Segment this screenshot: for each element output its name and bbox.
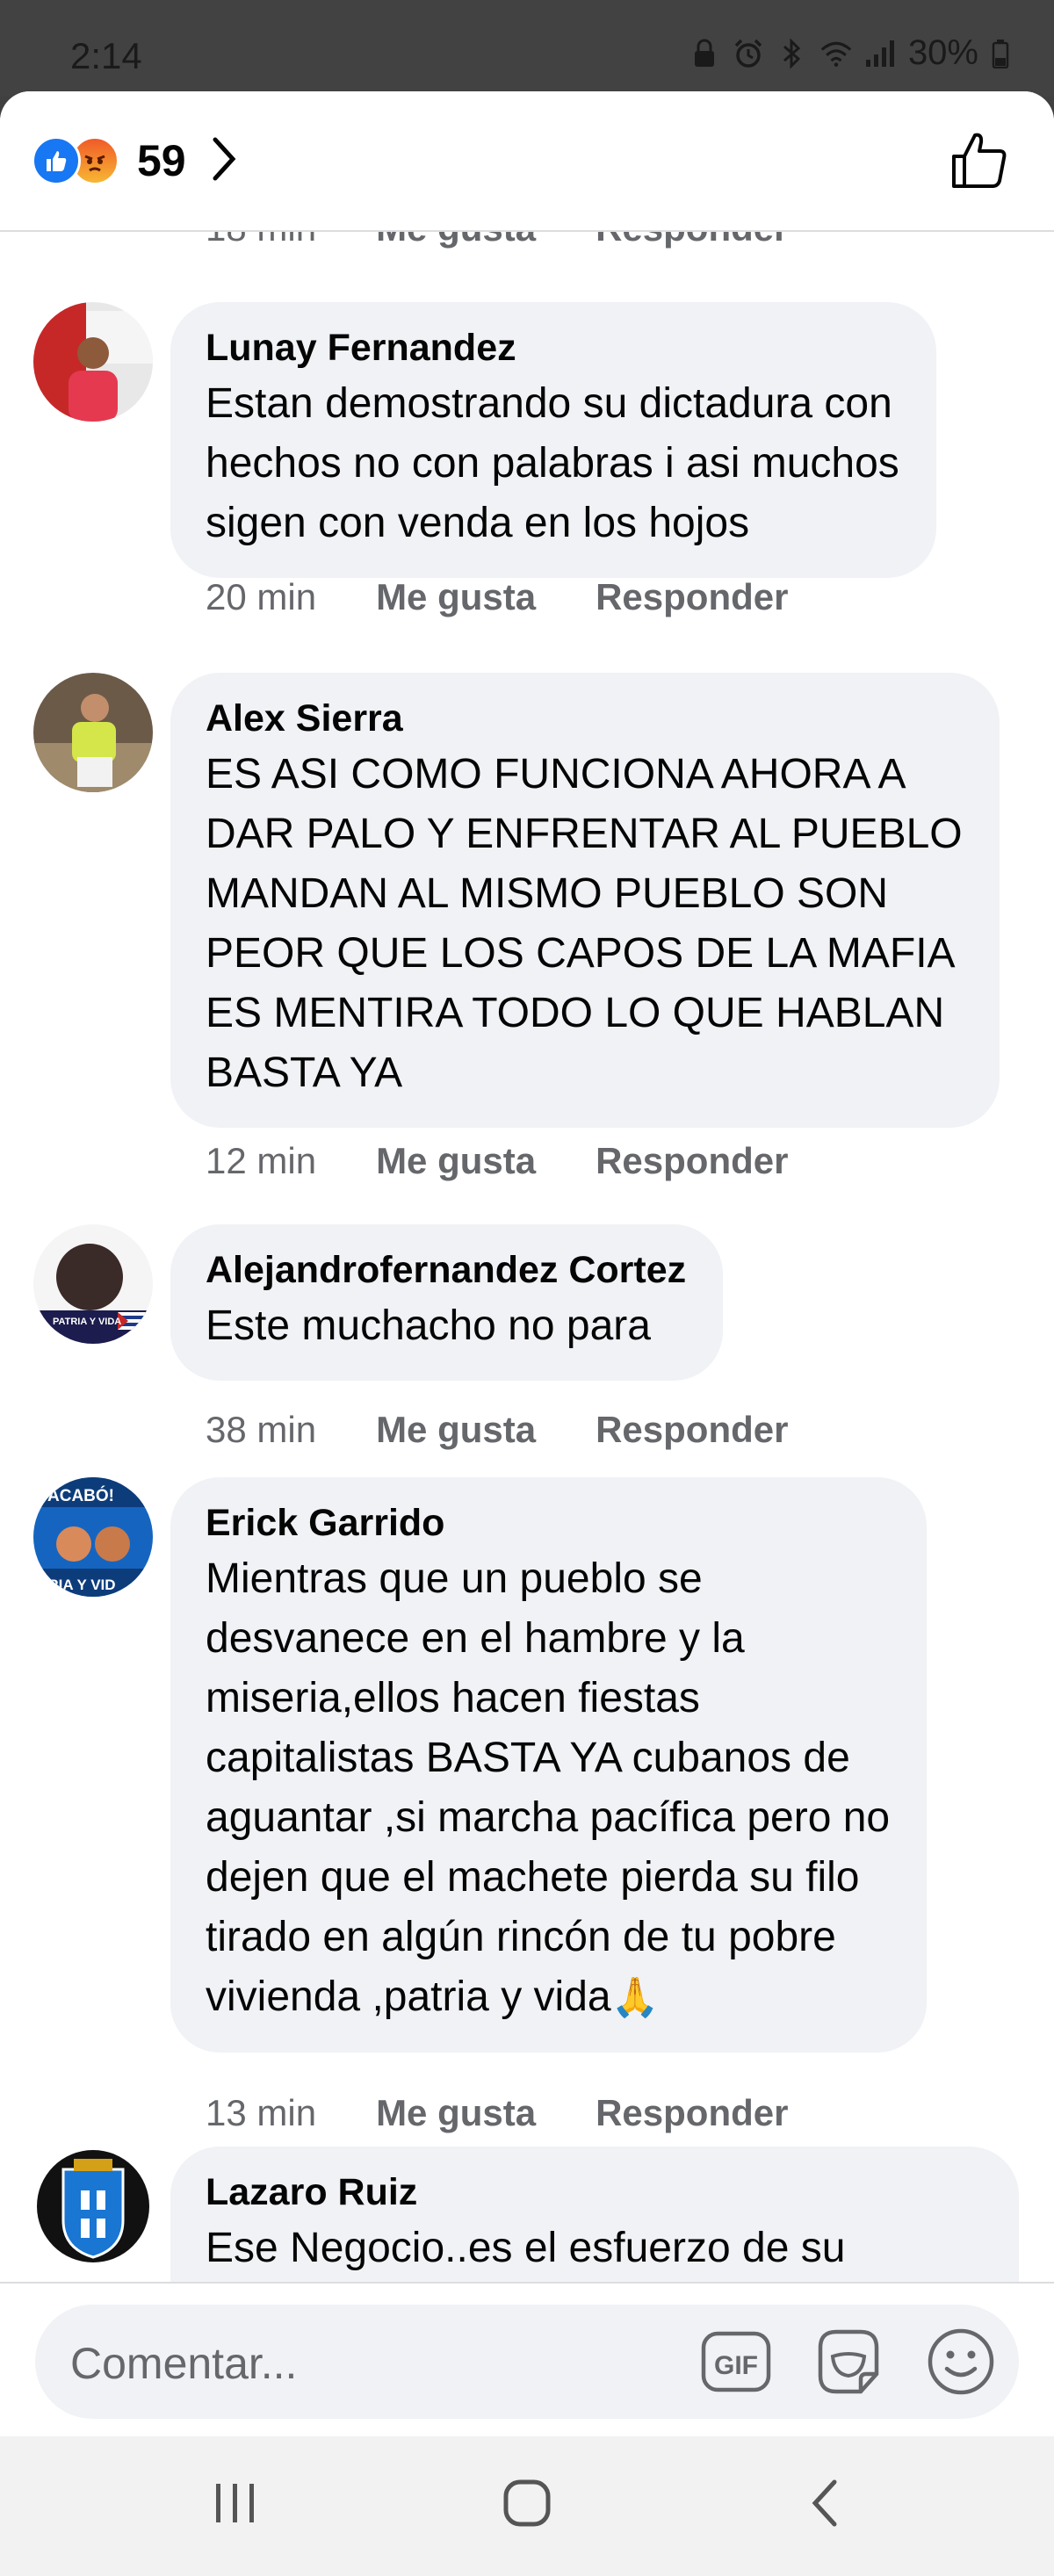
bluetooth-icon (776, 37, 808, 69)
comment-author[interactable]: Alejandrofernandez Cortez (206, 1244, 686, 1296)
comment-text: Este muchacho no para (206, 1302, 651, 1349)
like-button[interactable]: Me gusta (376, 1140, 536, 1182)
avatar-caption: PATRIA Y VIDA (53, 1317, 121, 1327)
avatar[interactable] (33, 302, 153, 422)
comment-actions: 12 min Me gusta Responder (206, 1140, 848, 1182)
comment-time: 13 min (206, 2092, 317, 2133)
battery-percent: 30% (907, 33, 978, 72)
comments-list[interactable]: 18 min Me gusta Responder Lunay Fernande… (0, 232, 1054, 2375)
comment-text: Ese Negocio..es el esfuerzo de su (206, 2225, 846, 2271)
reply-button[interactable]: Responder (596, 576, 788, 618)
home-icon[interactable] (501, 2477, 553, 2534)
composer-icons: GIF (701, 2327, 996, 2401)
recents-icon[interactable] (211, 2477, 260, 2534)
like-button[interactable]: Me gusta (376, 1409, 536, 1451)
comment-bubble[interactable]: Lunay Fernandez Estan demostrando su dic… (170, 302, 936, 578)
sheet-header: 59 (0, 91, 1054, 232)
comment-author[interactable]: Alex Sierra (206, 692, 963, 745)
status-time: 2:14 (70, 35, 142, 76)
avatar-caption-bottom: TRIA Y VID (39, 1577, 116, 1593)
comment-input-placeholder: Comentar... (70, 2339, 298, 2388)
like-reaction-icon (32, 136, 81, 185)
avatar[interactable] (33, 673, 153, 792)
thumbs-up-outline-icon[interactable] (949, 130, 1010, 196)
comment-time: 18 min (206, 232, 316, 249)
like-button[interactable]: Me gusta (376, 576, 536, 618)
comment-author[interactable]: Erick Garrido (206, 1497, 890, 1549)
signal-icon (864, 38, 896, 69)
reply-button[interactable]: Responder (596, 232, 788, 249)
chevron-right-icon (211, 136, 237, 186)
wifi-icon (820, 38, 852, 69)
comment-bubble[interactable]: Erick Garrido Mientras que un pueblo se … (170, 1477, 928, 2053)
sticker-icon[interactable] (813, 2327, 884, 2401)
comment-author[interactable]: Lazaro Ruiz (206, 2166, 982, 2219)
praying-hands-emoji: 🙏 (610, 1976, 660, 2019)
composer-bar: Comentar... GIF (0, 2282, 1054, 2431)
reply-button[interactable]: Responder (596, 1409, 788, 1451)
avatar[interactable]: PATRIA Y VIDA (33, 1224, 153, 1344)
avatar[interactable]: ACABÓ! TRIA Y VID (33, 1477, 153, 1597)
svg-text:GIF: GIF (714, 2351, 758, 2380)
like-button[interactable]: Me gusta (376, 2092, 536, 2134)
back-icon[interactable] (808, 2477, 843, 2534)
comment-time: 12 min (206, 1140, 317, 1181)
system-nav-bar (0, 2436, 1054, 2576)
emoji-icon[interactable] (926, 2327, 996, 2401)
reply-button[interactable]: Responder (596, 1140, 788, 1182)
comment-input[interactable]: Comentar... GIF (35, 2305, 1019, 2419)
status-bar: 2:14 30% (0, 0, 1054, 97)
comment-bubble[interactable]: Alejandrofernandez Cortez Este muchacho … (170, 1224, 724, 1381)
comment-text: ES ASI COMO FUNCIONA AHORA A DAR PALO Y … (206, 751, 963, 1096)
comment-text-body: Mientras que un pueblo se desvanece en e… (206, 1555, 891, 2020)
comments-sheet: 59 18 min Me gusta Responder Lunay Ferna… (0, 91, 1054, 2436)
reply-button[interactable]: Responder (596, 2092, 788, 2134)
comment-text: Mientras que un pueblo se desvanece en e… (206, 1549, 890, 2028)
comment-actions: 38 min Me gusta Responder (206, 1409, 848, 1451)
comment-author[interactable]: Lunay Fernandez (206, 321, 899, 374)
comment-time: 20 min (206, 576, 317, 617)
reaction-count: 59 (137, 136, 186, 185)
like-button[interactable]: Me gusta (376, 232, 536, 249)
comment-actions: 13 min Me gusta Responder (206, 2092, 848, 2134)
comment-actions: 20 min Me gusta Responder (206, 576, 848, 618)
battery-icon (991, 38, 1010, 69)
comment-bubble[interactable]: Alex Sierra ES ASI COMO FUNCIONA AHORA A… (170, 673, 1000, 1128)
reactions-summary[interactable]: 59 (32, 135, 237, 186)
comment-text: Estan demostrando su dictadura con hecho… (206, 380, 899, 546)
gif-icon[interactable]: GIF (701, 2328, 771, 2399)
avatar-caption-top: ACABÓ! (47, 1486, 114, 1505)
alarm-icon (733, 38, 764, 69)
avatar[interactable] (33, 2147, 153, 2266)
status-icons: 30% (689, 33, 1010, 73)
comment-time: 38 min (206, 1409, 317, 1450)
lock-icon (689, 38, 720, 69)
partial-comment-actions: 18 min Me gusta Responder (206, 232, 788, 249)
